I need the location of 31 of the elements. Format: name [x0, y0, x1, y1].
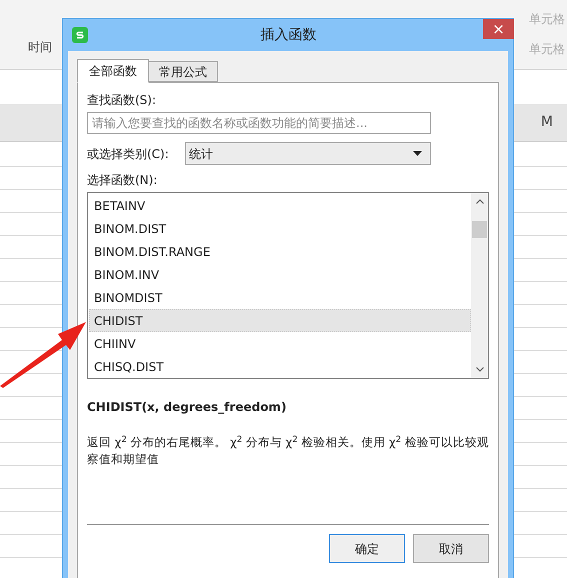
- column-header: M: [540, 113, 553, 132]
- dropdown-caret-icon: [413, 151, 422, 156]
- function-item[interactable]: BETAINV: [89, 194, 471, 217]
- function-item[interactable]: BINOM.INV: [89, 263, 471, 286]
- scroll-down-icon[interactable]: [476, 367, 484, 372]
- dialog-button[interactable]: 确定: [329, 534, 405, 563]
- category-label: 或选择类别(C):: [87, 146, 170, 162]
- function-item[interactable]: BINOMDIST: [89, 286, 471, 309]
- scrollbar[interactable]: [471, 193, 488, 378]
- tab[interactable]: 全部函数: [77, 59, 149, 83]
- function-signature: CHIDIST(x, degrees_freedom): [87, 399, 288, 416]
- scroll-up-icon[interactable]: [476, 199, 484, 204]
- function-item[interactable]: BINOM.DIST.RANGE: [89, 240, 471, 263]
- function-item[interactable]: BINOM.DIST: [89, 217, 471, 240]
- function-item[interactable]: CHIINV: [89, 332, 471, 355]
- function-item[interactable]: CHISQ.DIST: [89, 355, 471, 378]
- window-title: 插入函数: [260, 26, 316, 44]
- ribbon-label: 时间: [28, 39, 52, 56]
- dialog-button[interactable]: 取消: [413, 534, 489, 563]
- function-list-label: 选择函数(N):: [87, 172, 158, 189]
- function-item[interactable]: CHIDIST: [89, 309, 471, 332]
- category-dropdown[interactable]: 统计: [185, 142, 431, 165]
- ribbon-label: 单元格: [529, 11, 565, 28]
- search-label: 查找函数(S):: [87, 92, 158, 109]
- search-field[interactable]: 请输入您要查找的函数名称或函数功能的简要描述...: [87, 112, 431, 134]
- tab[interactable]: 常用公式: [149, 61, 218, 82]
- close-button[interactable]: ×: [483, 19, 514, 39]
- function-description: 返回 χ$^{2}$ 分布的右尾概率。 χ$^{2}$ 分布与 χ$^{2}$ 检验相关。使用 χ$^{2}$ 检验可以比较观察值和期望值: [87, 434, 489, 468]
- scroll-thumb[interactable]: [472, 221, 487, 238]
- app-logo-icon: [72, 27, 88, 43]
- ribbon-label: 单元格: [529, 41, 565, 58]
